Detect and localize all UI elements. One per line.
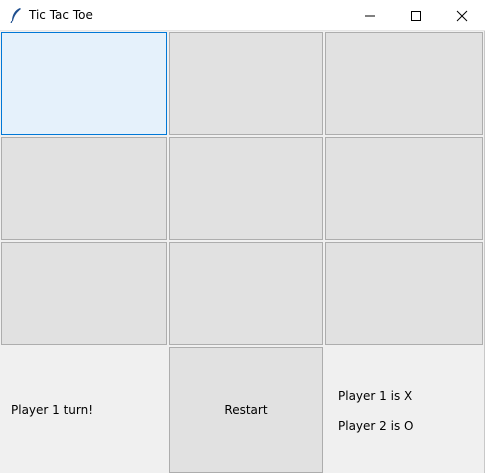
restart-button-label: Restart — [224, 403, 268, 417]
board-cell-1[interactable] — [1, 32, 167, 135]
close-button[interactable] — [439, 0, 485, 31]
title-bar[interactable]: Tic Tac Toe — [0, 0, 485, 31]
board-cell-4[interactable] — [1, 137, 167, 240]
player1-info-label: Player 1 is X — [338, 389, 413, 403]
maximize-button[interactable] — [393, 0, 439, 31]
minimize-button[interactable] — [347, 0, 393, 31]
window-title: Tic Tac Toe — [29, 8, 93, 22]
board-cell-9[interactable] — [325, 242, 483, 345]
board-cell-5[interactable] — [169, 137, 323, 240]
maximize-icon — [411, 11, 421, 21]
board-cell-6[interactable] — [325, 137, 483, 240]
turn-status-label: Player 1 turn! — [11, 403, 94, 417]
feather-icon — [9, 7, 23, 24]
board-cell-3[interactable] — [325, 32, 483, 135]
restart-button[interactable]: Restart — [169, 347, 323, 473]
player2-info-label: Player 2 is O — [338, 419, 414, 433]
board-cell-7[interactable] — [1, 242, 167, 345]
minimize-icon — [365, 15, 375, 17]
close-icon — [456, 10, 468, 22]
board-cell-8[interactable] — [169, 242, 323, 345]
board-cell-2[interactable] — [169, 32, 323, 135]
